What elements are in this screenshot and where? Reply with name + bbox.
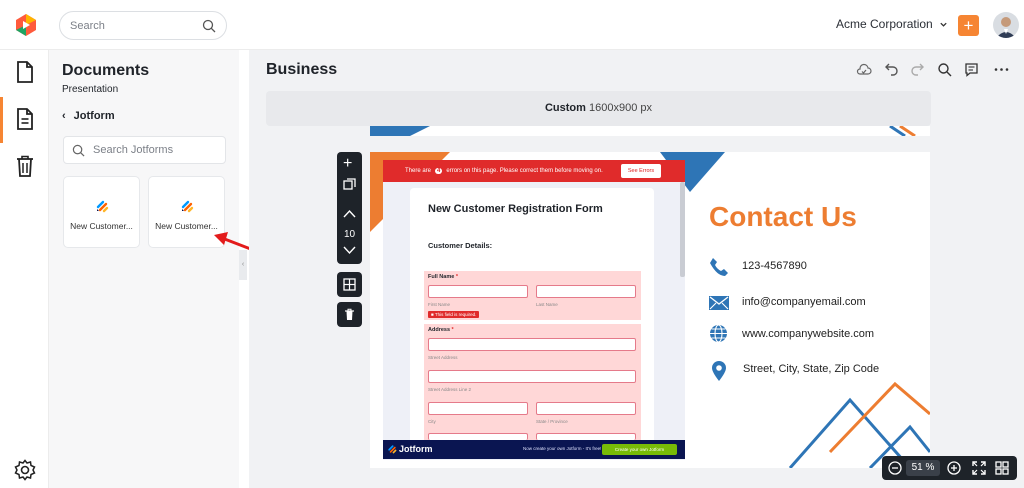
full-name-label: Full Name * — [428, 274, 458, 280]
plus-icon: + — [963, 16, 974, 35]
form-section-heading: Customer Details: — [428, 241, 493, 250]
canvas-size-bar[interactable]: Custom 1600x900 px — [266, 91, 931, 126]
search-icon — [72, 144, 85, 156]
street-address-input[interactable] — [428, 338, 636, 351]
see-errors-button[interactable]: See Errors — [621, 164, 661, 178]
add-slide-icon[interactable]: + — [343, 156, 352, 172]
country-input[interactable] — [536, 433, 636, 440]
jotform-search-placeholder: Search Jotforms — [93, 144, 174, 156]
grid-view-icon[interactable] — [995, 461, 1009, 475]
last-name-input[interactable] — [536, 285, 636, 298]
street-address-sublabel: Street Address — [428, 355, 458, 360]
trash-icon[interactable] — [14, 154, 36, 178]
error-icon: ■ — [431, 312, 434, 317]
panel-subtitle: Presentation — [62, 84, 119, 95]
city-input[interactable] — [428, 402, 528, 415]
error-text-2: errors on this page. Please correct them… — [446, 168, 603, 174]
app-logo[interactable] — [14, 13, 38, 37]
zoom-control: 51 % — [882, 456, 1017, 480]
address-label: Address * — [428, 327, 454, 333]
size-value: 1600x900 px — [589, 102, 652, 114]
zoom-out-icon[interactable] — [888, 461, 902, 475]
email-icon — [709, 296, 729, 310]
chevron-down-icon[interactable] — [343, 246, 356, 255]
form-title: New Customer Registration Form — [428, 203, 603, 215]
trash-icon — [345, 308, 354, 320]
layout-grid-icon — [343, 278, 356, 291]
back-to-jotform[interactable]: ‹ Jotform — [62, 110, 115, 122]
postal-input[interactable] — [428, 433, 528, 440]
contact-email: info@companyemail.com — [742, 296, 866, 308]
first-name-input[interactable] — [428, 285, 528, 298]
panel-title: Documents — [62, 62, 150, 79]
contact-title: Contact Us — [709, 201, 857, 232]
form-scrollbar[interactable] — [680, 182, 685, 277]
phone-icon — [710, 258, 728, 276]
error-text-1: There are — [405, 168, 432, 174]
city-sublabel: City — [428, 419, 436, 424]
canvas-title: Business — [266, 61, 338, 78]
undo-icon[interactable] — [884, 62, 899, 77]
error-banner: There are 4 errors on this page. Please … — [383, 160, 685, 182]
fullscreen-icon[interactable] — [972, 461, 986, 475]
layout-button[interactable] — [337, 272, 362, 297]
search-placeholder: Search — [70, 19, 105, 32]
footer-text: Now create your own Jotform - It's free! — [523, 446, 602, 451]
first-name-sublabel: First Name — [428, 302, 451, 307]
error-count-badge: 4 — [435, 168, 443, 174]
jotform-search-input[interactable]: Search Jotforms — [63, 136, 226, 164]
street-address-2-input[interactable] — [428, 370, 636, 383]
size-prefix: Custom — [544, 102, 586, 114]
settings-gear-icon[interactable] — [14, 459, 36, 481]
rail-active-indicator — [0, 97, 3, 143]
zoom-value[interactable]: 51 % — [906, 460, 940, 476]
page-number: 10 — [343, 229, 356, 240]
jotform-card[interactable]: New Customer... — [63, 176, 140, 248]
jotform-logo-icon — [96, 200, 109, 213]
more-options-icon[interactable] — [994, 67, 1009, 72]
previous-slide-preview[interactable] — [370, 126, 930, 136]
chevron-left-icon: ‹ — [62, 110, 66, 122]
jotform-logo-icon — [181, 200, 194, 213]
location-pin-icon — [712, 361, 726, 381]
contact-address: Street, City, State, Zip Code — [743, 363, 880, 375]
org-switcher[interactable]: Acme Corporation — [836, 17, 948, 31]
last-name-sublabel: Last Name — [536, 302, 558, 307]
jotform-logo-icon — [388, 445, 397, 454]
org-name: Acme Corporation — [836, 17, 933, 31]
cloud-sync-icon[interactable] — [856, 63, 872, 77]
canvas-toolbar — [856, 62, 1016, 78]
required-error-message: ■ This field is required. — [428, 311, 480, 318]
state-sublabel: State / Province — [536, 419, 568, 424]
chevron-down-icon — [940, 22, 947, 27]
delete-slide-button[interactable] — [337, 302, 362, 327]
comment-icon[interactable] — [964, 62, 979, 77]
card-label: New Customer... — [70, 221, 133, 231]
redo-icon[interactable] — [910, 62, 925, 77]
state-input[interactable] — [536, 402, 636, 415]
add-button[interactable]: + — [958, 15, 979, 36]
form-document-icon[interactable] — [14, 107, 36, 131]
search-icon[interactable] — [937, 62, 952, 77]
duplicate-slide-icon[interactable] — [343, 178, 356, 191]
globe-icon — [710, 324, 727, 343]
chevron-up-icon[interactable] — [343, 209, 356, 218]
contact-phone: 123-4567890 — [742, 260, 807, 272]
create-jotform-button[interactable]: Create your own Jotform — [602, 444, 677, 455]
search-input[interactable]: Search — [59, 11, 227, 40]
contact-website: www.companywebsite.com — [742, 328, 875, 340]
back-label: Jotform — [73, 110, 115, 122]
avatar[interactable] — [993, 12, 1019, 38]
footer-brand: Jotform — [399, 444, 433, 454]
document-icon[interactable] — [14, 60, 36, 84]
street-address-2-sublabel: Street Address Line 2 — [428, 387, 472, 392]
search-icon — [202, 19, 216, 32]
jotform-footer: Jotform Now create your own Jotform - It… — [383, 440, 685, 459]
zoom-in-icon[interactable] — [947, 461, 961, 475]
collapse-panel-handle[interactable]: ‹ — [239, 250, 247, 280]
